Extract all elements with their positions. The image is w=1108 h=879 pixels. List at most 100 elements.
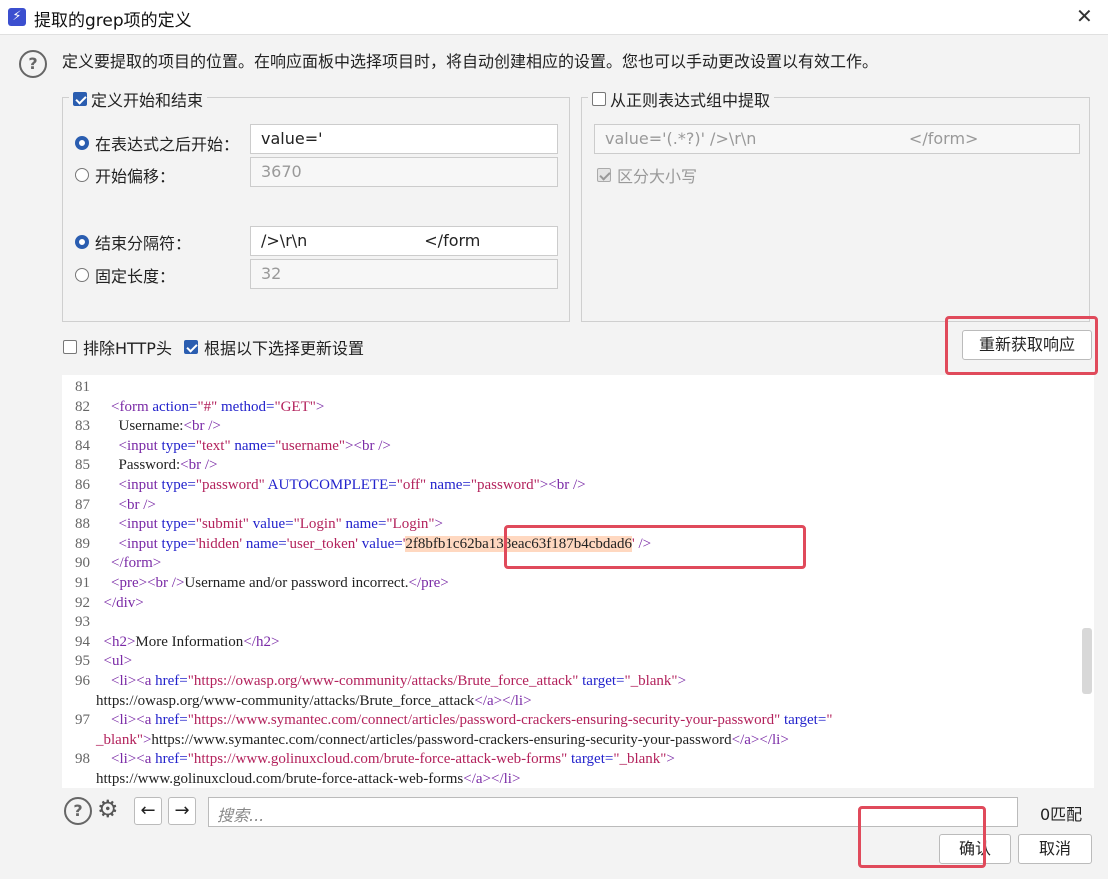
line-number: 85	[75, 457, 90, 474]
update-settings-checkbox[interactable]	[184, 340, 198, 354]
start-offset-radio[interactable]	[75, 168, 89, 182]
regex-checkbox[interactable]	[592, 92, 606, 106]
code-token: "https://owasp.org/www-community/attacks…	[187, 673, 579, 689]
line-number: 87	[75, 496, 90, 513]
arrow-right-icon[interactable]: →	[168, 797, 196, 825]
arrow-left-icon[interactable]: ←	[134, 797, 162, 825]
code-token: "https://www.golinuxcloud.com/brute-forc…	[187, 751, 568, 768]
code-token: Username:	[118, 418, 184, 435]
code-token: "_blank"	[624, 673, 678, 689]
start-after-label: 在表达式之后开始：	[95, 135, 240, 154]
code-token: <li>	[111, 712, 137, 729]
app-icon: ⚡	[8, 8, 26, 26]
gear-icon[interactable]: ⚙	[97, 795, 119, 823]
code-line: 86 <input type="password" AUTOCOMPLETE="…	[62, 475, 586, 495]
window-title: 提取的grep项的定义	[34, 11, 192, 31]
code-token: <h2>	[103, 633, 136, 650]
help-icon[interactable]: ?	[19, 50, 47, 78]
code-token: target=	[567, 751, 614, 768]
code-token: "GET"	[274, 398, 316, 415]
start-offset-label: 开始偏移：	[95, 167, 176, 186]
line-number: 86	[75, 477, 90, 493]
code-token: <li>	[111, 751, 137, 768]
code-token: <ul>	[103, 653, 133, 670]
line-number: 88	[75, 516, 90, 533]
response-code-viewer[interactable]: 81 82 <form action="#" method="GET"> 83 Us…	[62, 375, 1094, 788]
code-token: "https://www.symantec.com/connect/articl…	[187, 712, 781, 729]
end-delim-option[interactable]: 结束分隔符：	[75, 230, 191, 254]
scrollbar[interactable]	[1082, 628, 1092, 694]
fixed-length-radio[interactable]	[75, 268, 89, 282]
code-token: </a>	[474, 692, 503, 709]
code-token: </pre>	[408, 575, 449, 591]
code-token: >	[345, 437, 354, 454]
line-number: 82	[75, 398, 90, 415]
code-token: "submit"	[195, 516, 249, 533]
start-after-input[interactable]: value='	[250, 124, 558, 154]
code-line: 85 Password:<br />	[62, 455, 218, 475]
line-number: 95	[75, 653, 90, 670]
start-offset-input[interactable]: 3670	[250, 157, 558, 187]
help-icon[interactable]: ?	[64, 797, 92, 825]
case-sensitive-checkbox[interactable]	[597, 168, 611, 182]
start-after-radio[interactable]	[75, 136, 89, 150]
code-token: href=	[155, 673, 188, 689]
fixed-length-input[interactable]: 32	[250, 259, 558, 289]
code-token: <input	[118, 535, 162, 552]
define-start-end-checkbox[interactable]	[73, 92, 87, 106]
code-token: target=	[780, 712, 827, 729]
code-token: name=	[230, 437, 276, 454]
line-number: 94	[75, 633, 90, 650]
code-token: <input	[118, 437, 162, 454]
code-token: https://www.symantec.com/connect/article…	[151, 731, 732, 748]
code-token: name=	[341, 516, 387, 533]
match-count: 0匹配	[1040, 805, 1083, 824]
code-line: 92 </div>	[62, 593, 144, 613]
fixed-length-option[interactable]: 固定长度：	[75, 263, 175, 287]
line-number: 96	[75, 673, 90, 689]
line-number: 81	[75, 379, 90, 395]
code-token: <a	[136, 712, 156, 729]
regex-input[interactable]: value='(.*?)' />\r\n </form>	[594, 124, 1080, 154]
code-token: <pre>	[111, 575, 148, 591]
code-line: https://www.golinuxcloud.com/brute-force…	[96, 769, 520, 788]
code-token: Password:	[118, 457, 181, 474]
regex-label: 从正则表达式组中提取	[610, 91, 771, 110]
code-line: 97 <li><a href="https://www.symantec.com…	[62, 710, 832, 730]
code-token: href=	[155, 751, 188, 768]
code-token: <input	[118, 516, 162, 533]
title-bar: ⚡ 提取的grep项的定义 ✕	[0, 0, 1108, 34]
code-token: "	[826, 712, 833, 729]
code-token: href=	[155, 712, 188, 729]
update-settings-option[interactable]: 根据以下选择更新设置	[184, 335, 364, 359]
exclude-http-option[interactable]: 排除HTTP头	[63, 335, 172, 359]
regex-legend: 从正则表达式组中提取	[588, 87, 775, 111]
code-line: 84 <input type="text" name="username"><b…	[62, 436, 391, 456]
code-token: Username and/or password incorrect.	[184, 575, 409, 591]
exclude-http-checkbox[interactable]	[63, 340, 77, 354]
code-token: action=	[152, 398, 198, 415]
end-delim-radio[interactable]	[75, 235, 89, 249]
start-offset-option[interactable]: 开始偏移：	[75, 163, 175, 187]
line-number: 92	[75, 594, 90, 611]
cancel-button[interactable]: 取消	[1018, 834, 1092, 864]
annotation-box-token	[504, 525, 806, 569]
code-line: 90 </form>	[62, 553, 161, 573]
case-sensitive-option[interactable]: 区分大小写	[597, 163, 697, 187]
code-token: name=	[242, 535, 287, 552]
close-icon[interactable]: ✕	[1076, 4, 1093, 28]
code-token: "password"	[470, 477, 540, 493]
start-after-option[interactable]: 在表达式之后开始：	[75, 131, 239, 155]
code-token: </div>	[103, 594, 144, 611]
line-number: 98	[75, 751, 90, 768]
define-start-end-label: 定义开始和结束	[91, 91, 204, 110]
line-number: 89	[75, 535, 90, 552]
code-token: "off"	[396, 477, 427, 493]
code-token: >	[666, 751, 675, 768]
code-token: </li>	[491, 771, 521, 787]
end-delim-input[interactable]: />\r\n </form	[250, 226, 558, 256]
code-line: 91 <pre><br />Username and/or password i…	[62, 573, 449, 593]
code-token: type=	[161, 535, 196, 552]
annotation-box-refetch	[945, 316, 1098, 375]
code-token: value=	[358, 535, 403, 552]
